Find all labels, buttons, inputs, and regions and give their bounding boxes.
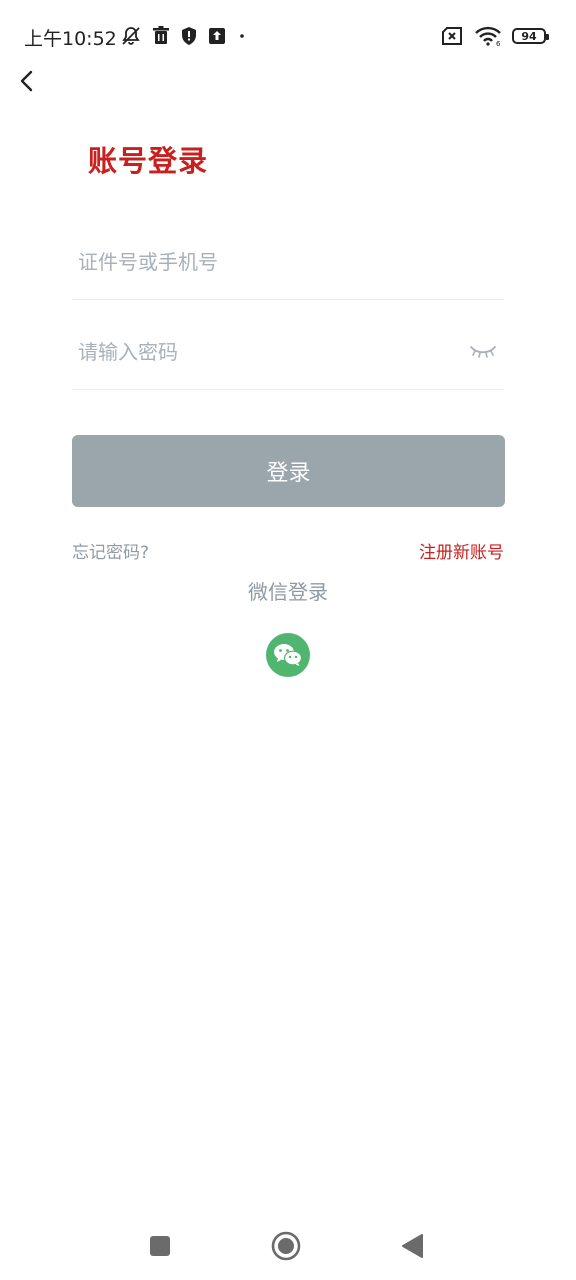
password-field <box>72 310 504 390</box>
account-input[interactable] <box>78 244 458 280</box>
shield-icon <box>180 26 198 46</box>
page-title: 账号登录 <box>88 144 209 178</box>
nav-back-button[interactable] <box>396 1230 428 1262</box>
wechat-login-label: 微信登录 <box>248 580 328 604</box>
eye-closed-icon <box>470 346 496 358</box>
forgot-password-link[interactable]: 忘记密码? <box>72 538 149 563</box>
home-icon <box>271 1231 301 1261</box>
dot-icon <box>236 30 248 42</box>
password-visibility-toggle[interactable] <box>468 340 498 362</box>
upload-icon <box>208 27 226 45</box>
status-icons-left <box>120 24 248 48</box>
status-time: 上午10:52 <box>24 28 117 50</box>
login-screen: 上午10:52 6 94 账号登录 证件号或手机号 登录 忘记密码? 注册新账号… <box>0 0 576 1280</box>
wechat-login-button[interactable] <box>266 633 310 677</box>
back-button[interactable] <box>12 64 40 98</box>
mute-bell-icon <box>120 25 142 47</box>
recent-apps-button[interactable] <box>144 1230 176 1262</box>
wifi-icon: 6 <box>474 25 502 47</box>
sim-x-icon <box>440 26 464 46</box>
system-nav-bar <box>0 1210 576 1280</box>
svg-text:6: 6 <box>496 40 501 47</box>
wechat-icon <box>274 644 303 666</box>
battery-level: 94 <box>521 29 537 43</box>
trash-icon <box>152 26 170 46</box>
status-bar: 上午10:52 6 94 <box>0 0 576 72</box>
status-icons-right: 6 94 <box>440 24 549 48</box>
battery-icon: 94 <box>512 28 549 44</box>
recent-apps-icon <box>150 1236 170 1256</box>
account-field <box>72 220 504 300</box>
login-button[interactable]: 登录 <box>72 435 505 507</box>
chevron-left-icon <box>20 70 33 92</box>
register-link[interactable]: 注册新账号 <box>419 538 504 563</box>
back-triangle-icon <box>402 1234 423 1258</box>
home-button[interactable] <box>270 1230 302 1262</box>
password-input[interactable] <box>78 334 458 370</box>
